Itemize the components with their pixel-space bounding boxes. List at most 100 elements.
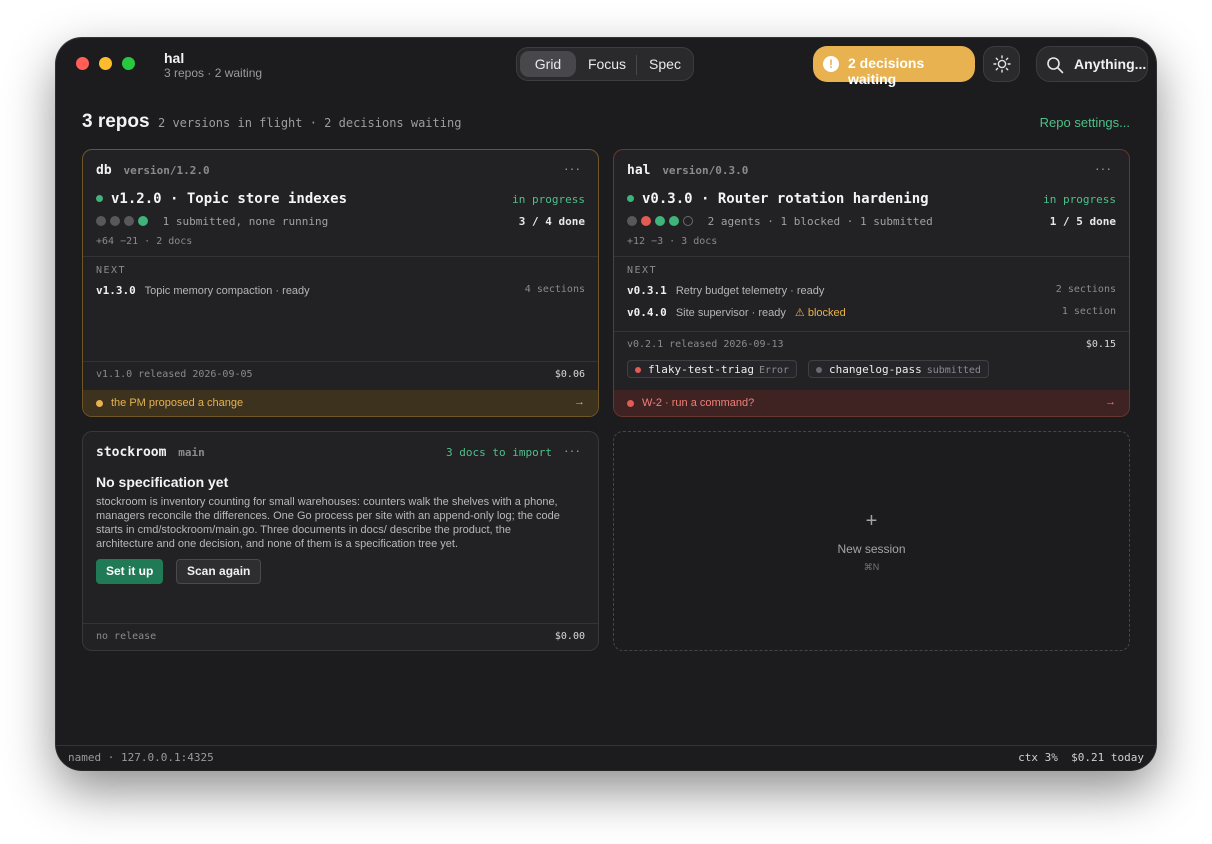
status-dot (96, 195, 103, 202)
repo-settings-link[interactable]: Repo settings... (1040, 115, 1130, 130)
agent-chip[interactable]: flaky-test-triag Error (627, 360, 798, 378)
search-label: Anything... (1074, 56, 1147, 72)
set-it-up-button[interactable]: Set it up (96, 559, 164, 584)
search-button[interactable]: Anything... (1036, 46, 1148, 82)
card-menu-button[interactable]: ··· (564, 160, 581, 176)
agent-status-dot (635, 367, 641, 373)
next-version-row[interactable]: v0.3.1 Retry budget telemetry · ready 2 … (627, 284, 1116, 300)
section-count: 1 section (1061, 306, 1116, 317)
blocked-warning: ⚠ blocked (794, 307, 846, 319)
progress-dot (138, 216, 148, 226)
diffstat: +12 −3 · 3 docs (627, 236, 718, 247)
next-version-desc: Topic memory compaction · ready (144, 285, 310, 297)
banner-text: W-2 · run a command? (642, 397, 755, 409)
status-badge: in progress (512, 193, 585, 206)
progress-row: 2 agents · 1 blocked · 1 submitted (627, 215, 933, 228)
no-spec-title: No specification yet (96, 474, 229, 490)
next-version: v0.3.1 (627, 284, 667, 297)
progress-text: 1 submitted, none running (162, 215, 329, 228)
card-menu-button[interactable]: ··· (1095, 160, 1112, 176)
done-count: 1 / 5 done (1049, 215, 1116, 228)
progress-dot (110, 216, 120, 226)
progress-dot (96, 216, 106, 226)
repo-name-text: hal (627, 163, 651, 178)
section-count: 2 sections (1055, 284, 1116, 295)
next-version-row[interactable]: v1.3.0 Topic memory compaction · ready 4… (96, 284, 585, 300)
next-heading: NEXT (627, 265, 658, 276)
tab-spec[interactable]: Spec (638, 51, 692, 77)
progress-text: 2 agents · 1 blocked · 1 submitted (707, 215, 933, 228)
server-address: named · 127.0.0.1:4325 (68, 751, 214, 764)
tab-focus[interactable]: Focus (579, 51, 635, 77)
next-heading: NEXT (96, 265, 127, 276)
scan-again-button[interactable]: Scan again (176, 559, 262, 584)
repo-name-text: db (96, 163, 112, 178)
repo-name: hal version/0.3.0 (627, 163, 748, 178)
section-count: 4 sections (524, 284, 585, 295)
decisions-waiting-button[interactable]: ! 2 decisions waiting (813, 46, 975, 87)
next-version: v1.3.0 (96, 284, 136, 297)
search-icon (1047, 57, 1064, 74)
arrow-right-icon: → (1105, 396, 1116, 408)
next-version-row[interactable]: v0.4.0 Site supervisor · ready ⚠ blocked… (627, 306, 1116, 322)
context-usage: ctx 3% (1018, 751, 1058, 764)
next-version-desc: Retry budget telemetry · ready (675, 285, 825, 297)
page-summary: 2 versions in flight · 2 decisions waiti… (158, 116, 462, 130)
version-title-text: v1.2.0 · Topic store indexes (111, 191, 348, 207)
version-title-text: v0.3.0 · Router rotation hardening (642, 191, 929, 207)
app-window: hal 3 repos · 2 waiting Grid Focus Spec … (56, 38, 1156, 770)
next-version-desc: Site supervisor · ready (675, 307, 786, 319)
agent-chip[interactable]: changelog-pass submitted (808, 360, 989, 378)
repo-name: stockroom main (96, 445, 205, 460)
progress-dot (641, 216, 651, 226)
banner-text: the PM proposed a change (111, 397, 244, 409)
branch-name: version/1.2.0 (123, 164, 210, 177)
divider (83, 361, 598, 362)
new-session-card[interactable]: + New session ⌘N (613, 431, 1130, 651)
divider (614, 256, 1129, 257)
pm-change-banner[interactable]: the PM proposed a change → (83, 390, 598, 416)
alert-icon: ! (823, 56, 839, 72)
progress-dot (669, 216, 679, 226)
status-dot (627, 195, 634, 202)
progress-dot (627, 216, 637, 226)
view-switcher: Grid Focus Spec (516, 47, 694, 81)
import-docs-link[interactable]: 3 docs to import (446, 446, 552, 459)
last-release: no release (96, 631, 157, 642)
cost: $0.15 (1085, 339, 1116, 350)
agent-name: flaky-test-triag (648, 363, 754, 376)
close-window-button[interactable] (76, 57, 89, 70)
new-session-label: New session (837, 542, 906, 556)
agent-state: submitted (926, 365, 981, 376)
branch-name: main (178, 446, 205, 459)
progress-dot (124, 216, 134, 226)
app-subtitle: 3 repos · 2 waiting (164, 66, 263, 80)
minimize-window-button[interactable] (99, 57, 112, 70)
version-title: v0.3.0 · Router rotation hardening (627, 191, 929, 207)
status-badge: in progress (1043, 193, 1116, 206)
sun-icon (993, 55, 1011, 73)
decisions-waiting-label: 2 decisions waiting (848, 55, 925, 87)
status-bar: named · 127.0.0.1:4325 ctx 3% $0.21 toda… (56, 745, 1156, 770)
last-release: v0.2.1 released 2026-09-13 (627, 339, 784, 350)
repo-card-db[interactable]: db version/1.2.0 ··· v1.2.0 · Topic stor… (82, 149, 599, 417)
repo-description: stockroom is inventory counting for smal… (96, 496, 560, 550)
usage-summary: ctx 3% $0.21 today (1018, 751, 1144, 764)
progress-row: 1 submitted, none running (96, 215, 328, 228)
banner-dot (96, 400, 103, 407)
cost-today: $0.21 today (1071, 751, 1144, 764)
progress-dot (655, 216, 665, 226)
divider (614, 331, 1129, 332)
theme-toggle-button[interactable] (983, 46, 1020, 82)
banner-dot (627, 400, 634, 407)
next-version: v0.4.0 (627, 306, 667, 319)
zoom-window-button[interactable] (122, 57, 135, 70)
version-title: v1.2.0 · Topic store indexes (96, 191, 347, 207)
done-count: 3 / 4 done (518, 215, 585, 228)
repo-card-hal[interactable]: hal version/0.3.0 ··· v0.3.0 · Router ro… (613, 149, 1130, 417)
keyboard-shortcut: ⌘N (863, 562, 880, 572)
repo-card-stockroom[interactable]: stockroom main 3 docs to import ··· No s… (82, 431, 599, 651)
run-command-banner[interactable]: W-2 · run a command? → (614, 390, 1129, 416)
card-menu-button[interactable]: ··· (564, 442, 581, 458)
tab-grid[interactable]: Grid (520, 51, 576, 77)
